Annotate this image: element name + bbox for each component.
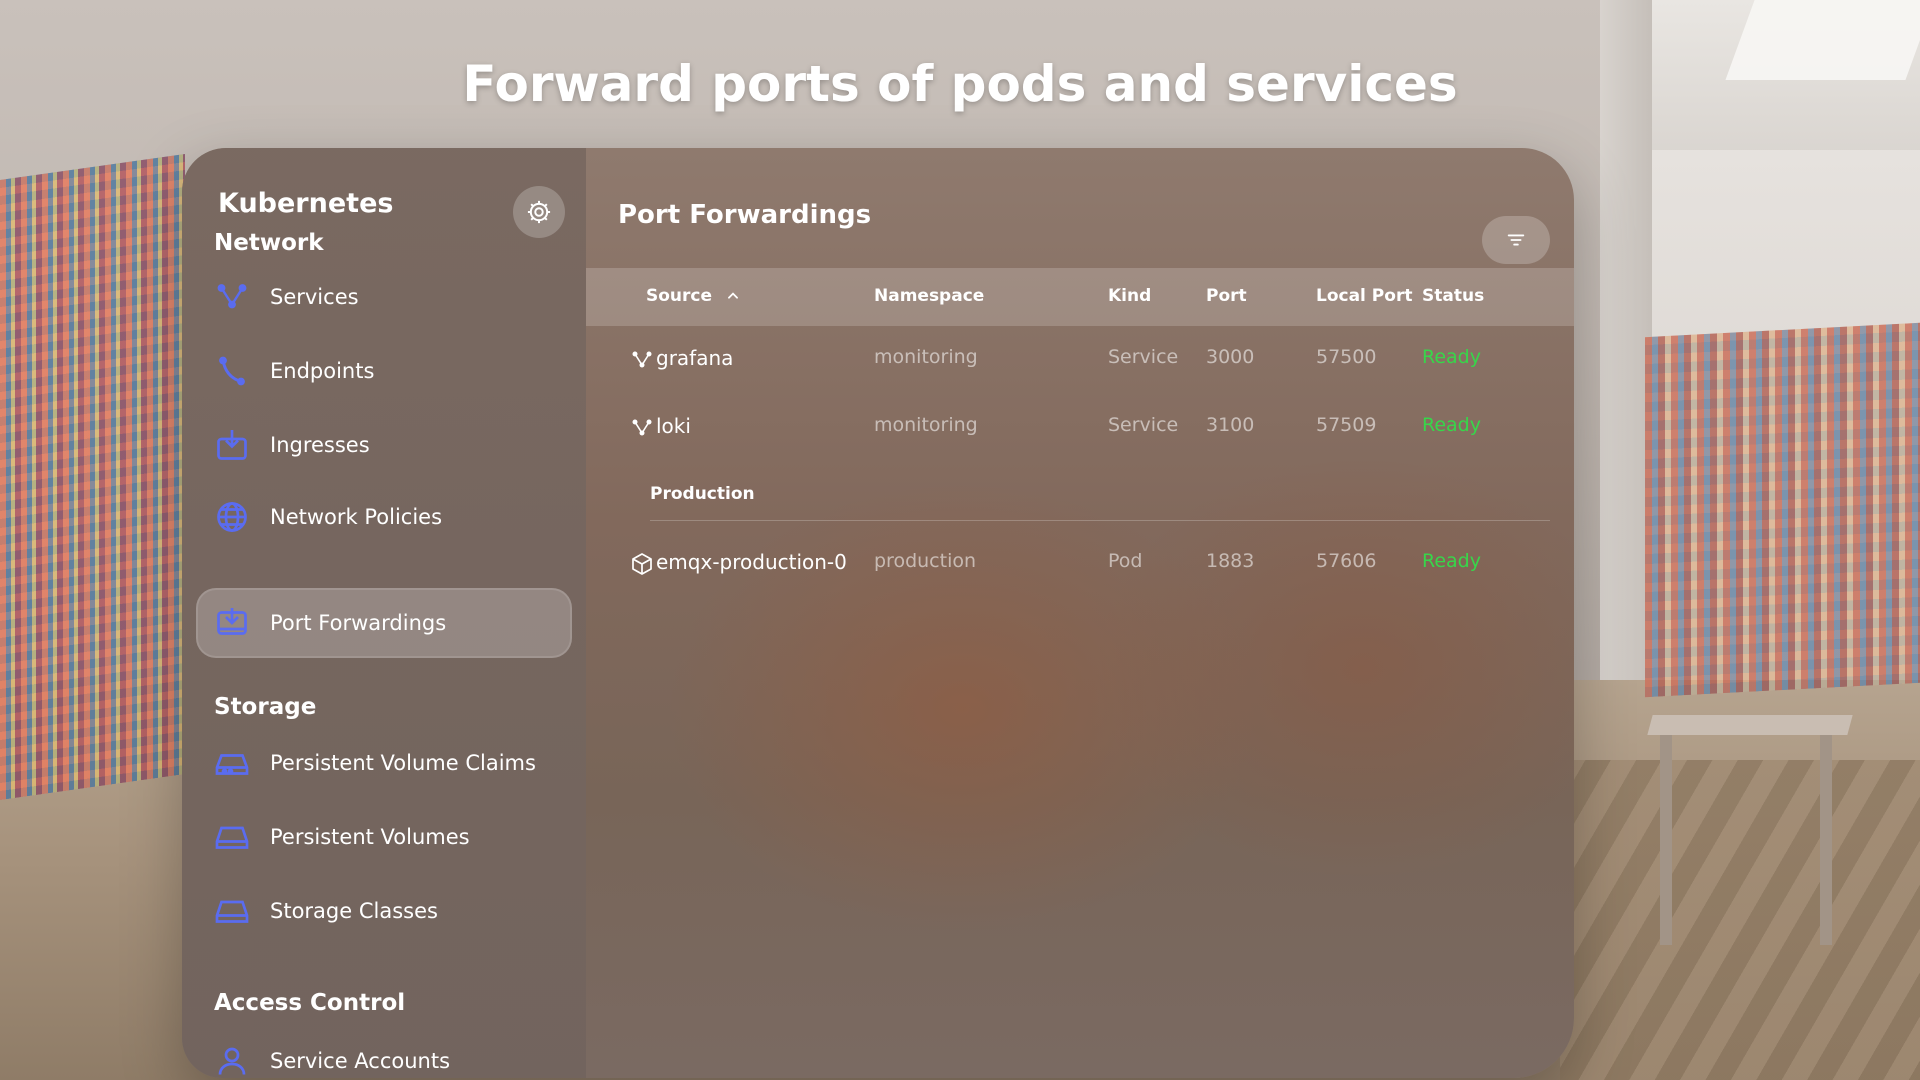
filter-icon — [1507, 234, 1525, 246]
kind-cell: Service — [1108, 346, 1179, 368]
sidebar-item-label: Ingresses — [270, 433, 370, 457]
chevron-up-icon — [727, 292, 738, 299]
column-port-header[interactable]: Port — [1206, 286, 1247, 306]
status-badge: Ready — [1422, 414, 1481, 436]
section-access-control: Access Control — [214, 990, 406, 1016]
namespace-cell: monitoring — [874, 414, 978, 436]
kind-cell: Service — [1108, 414, 1179, 436]
sidebar-item-network-policies[interactable]: Network Policies — [196, 482, 572, 552]
gear-icon — [527, 200, 551, 224]
table-header: Source Namespace Kind Port Local Port St… — [586, 268, 1574, 326]
service-icon — [630, 348, 654, 372]
sidebar: Kubernetes Network Services Endpoints In… — [182, 148, 586, 1078]
painting-right — [1645, 322, 1920, 698]
sidebar-item-label: Network Policies — [270, 505, 443, 529]
volume-claim-icon — [212, 743, 252, 783]
sidebar-item-label: Persistent Volume Claims — [270, 751, 536, 775]
namespace-cell: production — [874, 550, 977, 572]
headline: Forward ports of pods and services — [462, 55, 1458, 113]
table-row[interactable]: grafana monitoring Service 3000 57500 Re… — [586, 328, 1574, 388]
local-port-cell: 57509 — [1316, 414, 1377, 436]
endpoints-icon — [212, 351, 252, 391]
sidebar-item-persistent-volumes[interactable]: Persistent Volumes — [196, 802, 572, 872]
table-row[interactable]: loki monitoring Service 3100 57509 Ready — [586, 396, 1574, 456]
ingresses-icon — [212, 425, 252, 465]
sidebar-item-label: Persistent Volumes — [270, 825, 470, 849]
port-cell: 3100 — [1206, 414, 1255, 436]
settings-button[interactable] — [513, 186, 565, 238]
column-status-header[interactable]: Status — [1422, 286, 1484, 306]
app-window: Kubernetes Network Services Endpoints In… — [182, 148, 1574, 1078]
sidebar-item-port-forwardings[interactable]: Port Forwardings — [196, 588, 572, 658]
filter-button[interactable] — [1482, 216, 1550, 264]
person-icon — [212, 1041, 252, 1078]
painting-left — [0, 153, 185, 800]
sidebar-item-label: Service Accounts — [270, 1049, 451, 1073]
service-icon — [630, 416, 654, 440]
local-port-cell: 57500 — [1316, 346, 1377, 368]
sidebar-item-ingresses[interactable]: Ingresses — [196, 410, 572, 480]
table-row[interactable]: emqx-production-0 production Pod 1883 57… — [586, 532, 1574, 592]
sidebar-item-services[interactable]: Services — [196, 262, 572, 332]
kind-cell: Pod — [1108, 550, 1143, 572]
port-cell: 3000 — [1206, 346, 1255, 368]
sidebar-item-service-accounts[interactable]: Service Accounts — [196, 1026, 572, 1078]
column-kind-header[interactable]: Kind — [1108, 286, 1151, 306]
port-forward-icon — [212, 603, 252, 643]
sidebar-item-label: Services — [270, 285, 359, 309]
source-cell: loki — [656, 414, 691, 438]
status-badge: Ready — [1422, 550, 1481, 572]
globe-icon — [212, 497, 252, 537]
namespace-cell: monitoring — [874, 346, 978, 368]
sidebar-item-storage-classes[interactable]: Storage Classes — [196, 876, 572, 946]
sidebar-item-label: Endpoints — [270, 359, 375, 383]
sidebar-item-persistent-volume-claims[interactable]: Persistent Volume Claims — [196, 728, 572, 798]
drive-icon — [212, 817, 252, 857]
section-network: Network — [214, 230, 324, 256]
source-cell: emqx-production-0 — [656, 550, 847, 574]
column-source-header[interactable]: Source — [646, 286, 740, 306]
sidebar-item-endpoints[interactable]: Endpoints — [196, 336, 572, 406]
section-storage: Storage — [214, 694, 317, 720]
column-local-port-header[interactable]: Local Port — [1316, 286, 1412, 306]
pod-cube-icon — [630, 552, 654, 576]
page-title: Port Forwardings — [618, 200, 872, 230]
source-cell: grafana — [656, 346, 734, 370]
local-port-cell: 57606 — [1316, 550, 1377, 572]
drive-icon — [212, 891, 252, 931]
group-label: Production — [650, 484, 755, 504]
bench — [1647, 715, 1853, 955]
services-icon — [212, 277, 252, 317]
column-namespace-header[interactable]: Namespace — [874, 286, 984, 306]
group-divider — [650, 520, 1550, 521]
sidebar-item-label: Port Forwardings — [270, 611, 447, 635]
app-title: Kubernetes — [218, 188, 394, 219]
status-badge: Ready — [1422, 346, 1481, 368]
sidebar-item-label: Storage Classes — [270, 899, 438, 923]
port-cell: 1883 — [1206, 550, 1255, 572]
